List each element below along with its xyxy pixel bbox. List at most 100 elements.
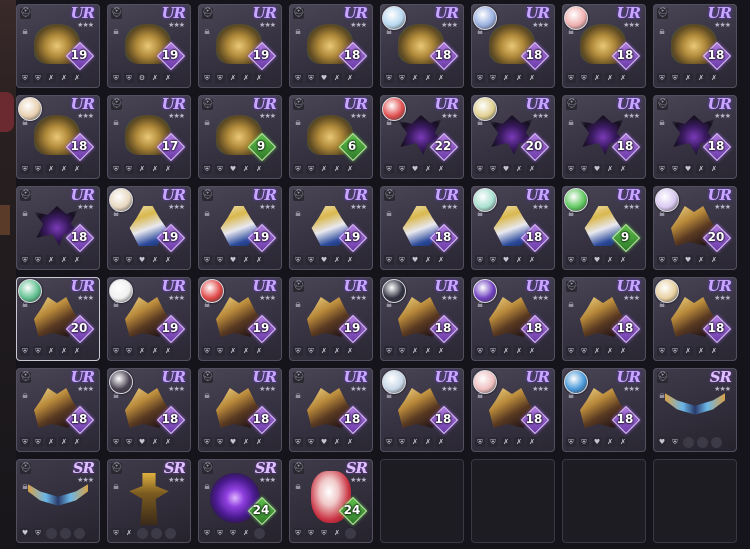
lock-icon[interactable]: 🔒︎ <box>111 26 121 38</box>
lock-icon[interactable]: 🔒︎ <box>293 299 303 311</box>
equipment-card[interactable]: 🔒︎ UR ★★★ 18 ⛨ ⛨ ♥ ✗ ✗ <box>471 186 555 270</box>
level-badge: 19 <box>338 314 368 344</box>
lock-icon[interactable]: 🔒︎ <box>384 26 394 38</box>
equipment-card[interactable]: ⛑ 🔒︎ UR ★★★ 18 ⛨ ⛨ ♥ ✗ ✗ <box>380 186 464 270</box>
lock-icon[interactable]: 🔒︎ <box>293 117 303 129</box>
equipment-card[interactable]: 🔒︎ UR ★★★ 20 ⛨ ⛨ ♥ ✗ ✗ <box>653 186 737 270</box>
equipment-card[interactable]: ⛑ 🔒︎ UR ★★★ 6 ⛨ ⛨ ✗ ✗ ✗ <box>289 95 373 179</box>
equipment-card[interactable]: ⛑ 🔒︎ SR ★★★ ♥ ⛨ <box>653 368 737 452</box>
lock-icon[interactable]: 🔒︎ <box>475 117 485 129</box>
lock-icon[interactable]: 🔒︎ <box>475 390 485 402</box>
lock-icon[interactable]: 🔒︎ <box>384 299 394 311</box>
lock-icon[interactable]: 🔒︎ <box>20 117 30 129</box>
equipment-card[interactable]: 🔒︎ UR ★★★ 18 ⛨ ⛨ ✗ ✗ ✗ <box>380 368 464 452</box>
lock-icon[interactable]: 🔒︎ <box>566 26 576 38</box>
equipment-card[interactable]: 🔒︎ UR ★★★ 9 ⛨ ⛨ ♥ ✗ ✗ <box>562 186 646 270</box>
equipment-card[interactable]: 🔒︎ UR ★★★ 18 ⛨ ⛨ ✗ ✗ ✗ <box>653 277 737 361</box>
level-badge: 24 <box>338 496 368 526</box>
lock-icon[interactable]: 🔒︎ <box>293 390 303 402</box>
lock-icon[interactable]: 🔒︎ <box>111 481 121 493</box>
lock-icon[interactable]: 🔒︎ <box>657 299 667 311</box>
lock-icon[interactable]: 🔒︎ <box>657 208 667 220</box>
equipment-card[interactable]: ⛑ 🔒︎ UR ★★★ 18 ⛨ ⛨ ✗ ✗ ✗ <box>16 368 100 452</box>
equipment-card[interactable]: 🔒︎ UR ★★★ 18 ⛨ ⛨ ✗ ✗ ✗ <box>471 368 555 452</box>
equipment-card[interactable]: ⛑ 🔒︎ UR ★★★ 18 ⛨ ⛨ ✗ ✗ ✗ <box>562 277 646 361</box>
shield-icon: ⛨ <box>202 528 212 538</box>
background-decoration <box>0 92 14 132</box>
lock-icon[interactable]: 🔒︎ <box>202 299 212 311</box>
equipment-card[interactable]: 🔒︎ UR ★★★ 19 ⛨ ⛨ ✗ ✗ ✗ <box>198 277 282 361</box>
equipment-card[interactable]: ⛑ 🔒︎ UR ★★★ 18 ⛨ ⛨ ♥ ✗ ✗ <box>198 368 282 452</box>
lock-icon[interactable]: 🔒︎ <box>475 299 485 311</box>
lock-icon[interactable]: 🔒︎ <box>566 390 576 402</box>
lock-icon[interactable]: 🔒︎ <box>20 390 30 402</box>
equipment-card[interactable]: 🔒︎ UR ★★★ 18 ⛨ ⛨ ✗ ✗ ✗ <box>380 4 464 88</box>
empty-equipment-slot[interactable] <box>562 459 646 543</box>
lock-icon[interactable]: 🔒︎ <box>384 208 394 220</box>
lock-icon[interactable]: 🔒︎ <box>202 208 212 220</box>
lock-icon[interactable]: 🔒︎ <box>111 208 121 220</box>
lock-icon[interactable]: 🔒︎ <box>111 117 121 129</box>
equipment-card[interactable]: ⛑ 🔒︎ SR ★★★ 24 ⛨ ⛨ ⛨ ✗ <box>289 459 373 543</box>
equipment-card[interactable]: ⛑ 🔒︎ UR ★★★ 19 ⛨ ⛨ ✗ ✗ ✗ <box>198 4 282 88</box>
lock-icon[interactable]: 🔒︎ <box>111 390 121 402</box>
level-badge: 9 <box>247 132 277 162</box>
lock-icon[interactable]: 🔒︎ <box>202 26 212 38</box>
empty-equipment-slot[interactable] <box>471 459 555 543</box>
equipment-card[interactable]: 🔒︎ UR ★★★ 18 ⛨ ⛨ ♥ ✗ ✗ <box>107 368 191 452</box>
rarity-label: UR <box>434 95 459 113</box>
lock-icon[interactable]: 🔒︎ <box>384 117 394 129</box>
lock-icon[interactable]: 🔒︎ <box>293 26 303 38</box>
equipment-card[interactable]: ⛑ 🔒︎ UR ★★★ 18 ⛨ ⛨ ✗ ✗ ✗ <box>653 4 737 88</box>
equipment-card[interactable]: ⛑ 🔒︎ UR ★★★ 19 ⛨ ⛨ ✗ ✗ ✗ <box>16 4 100 88</box>
empty-equipment-slot[interactable] <box>380 459 464 543</box>
lock-icon[interactable]: 🔒︎ <box>566 299 576 311</box>
lock-icon[interactable]: 🔒︎ <box>293 208 303 220</box>
equipment-card[interactable]: ⛑ 🔒︎ UR ★★★ 17 ⛨ ⛨ ✗ ✗ ✗ <box>107 95 191 179</box>
lock-icon[interactable]: 🔒︎ <box>20 26 30 38</box>
star-rating-icon: ★★★ <box>623 21 640 29</box>
lock-icon[interactable]: 🔒︎ <box>202 117 212 129</box>
equipment-card[interactable]: ⛑ 🔒︎ UR ★★★ 18 ⛨ ⛨ ♥ ✗ ✗ <box>562 95 646 179</box>
lock-icon[interactable]: 🔒︎ <box>475 26 485 38</box>
equipment-card[interactable]: ⛑ 🔒︎ UR ★★★ 18 ⛨ ⛨ ✗ ✗ ✗ <box>16 186 100 270</box>
lock-icon[interactable]: 🔒︎ <box>202 390 212 402</box>
lock-icon[interactable]: 🔒︎ <box>111 299 121 311</box>
equipment-card[interactable]: ⛑ 🔒︎ SR ★★★ ♥ ⛨ <box>16 459 100 543</box>
equipment-card[interactable]: ⛑ 🔒︎ SR ★★★ ⛨ ✗ <box>107 459 191 543</box>
lock-icon[interactable]: 🔒︎ <box>566 117 576 129</box>
equipment-card[interactable]: ⛑ 🔒︎ UR ★★★ 19 ⛨ ⛨ ♥ ✗ ✗ <box>198 186 282 270</box>
equipment-card[interactable]: ⛑ 🔒︎ UR ★★★ 18 ⛨ ⛨ ♥ ✗ ✗ <box>653 95 737 179</box>
equipment-card[interactable]: 🔒︎ UR ★★★ 19 ⛨ ⛨ ✗ ✗ ✗ <box>107 277 191 361</box>
empty-equipment-slot[interactable] <box>653 459 737 543</box>
lock-icon[interactable]: 🔒︎ <box>475 208 485 220</box>
lock-icon[interactable]: 🔒︎ <box>657 117 667 129</box>
lock-icon[interactable]: 🔒︎ <box>20 208 30 220</box>
equipment-card[interactable]: 🔒︎ UR ★★★ 18 ⛨ ⛨ ♥ ✗ ✗ <box>562 368 646 452</box>
equipment-card[interactable]: ⛑ 🔒︎ UR ★★★ 19 ⛨ ⛨ ♥ ✗ ✗ <box>289 186 373 270</box>
equipment-card[interactable]: 🔒︎ UR ★★★ 18 ⛨ ⛨ ✗ ✗ ✗ <box>380 277 464 361</box>
stat-icons-row: ⛨ ⛨ ⛨ ✗ <box>202 528 278 540</box>
equipment-card[interactable]: ⛑ 🔒︎ UR ★★★ 9 ⛨ ⛨ ♥ ✗ ✗ <box>198 95 282 179</box>
rarity-label: SR <box>254 459 277 477</box>
equipment-card[interactable]: 🔒︎ UR ★★★ 18 ⛨ ⛨ ✗ ✗ ✗ <box>16 95 100 179</box>
lock-icon[interactable]: 🔒︎ <box>20 299 30 311</box>
equipment-card[interactable]: 🔒︎ UR ★★★ 18 ⛨ ⛨ ✗ ✗ ✗ <box>471 4 555 88</box>
equipment-card[interactable]: ⛑ 🔒︎ UR ★★★ 19 ⛨ ⛨ ⚙ ✗ ✗ <box>107 4 191 88</box>
equipment-card[interactable]: ⛑ 🔒︎ SR ★★★ 24 ⛨ ⛨ ⛨ ✗ <box>198 459 282 543</box>
equipment-card[interactable]: 🔒︎ UR ★★★ 19 ⛨ ⛨ ♥ ✗ ✗ <box>107 186 191 270</box>
equipment-card[interactable]: 🔒︎ UR ★★★ 18 ⛨ ⛨ ✗ ✗ ✗ <box>562 4 646 88</box>
lock-icon[interactable]: 🔒︎ <box>293 481 303 493</box>
equipment-card[interactable]: 🔒︎ UR ★★★ 18 ⛨ ⛨ ✗ ✗ ✗ <box>471 277 555 361</box>
equipment-card[interactable]: ⛑ 🔒︎ UR ★★★ 18 ⛨ ⛨ ♥ ✗ ✗ <box>289 368 373 452</box>
equipment-card[interactable]: ⛑ 🔒︎ UR ★★★ 18 ⛨ ⛨ ♥ ✗ ✗ <box>289 4 373 88</box>
lock-icon[interactable]: 🔒︎ <box>384 390 394 402</box>
equipment-card[interactable]: ⛑ 🔒︎ UR ★★★ 19 ⛨ ⛨ ✗ ✗ ✗ <box>289 277 373 361</box>
shield-icon: ⛨ <box>384 346 394 356</box>
lock-icon[interactable]: 🔒︎ <box>657 26 667 38</box>
equipment-card[interactable]: 🔒︎ UR ★★★ 20 ⛨ ⛨ ♥ ✗ ✗ <box>471 95 555 179</box>
equipment-card[interactable]: 🔒︎ UR ★★★ 22 ⛨ ⛨ ♥ ✗ ✗ <box>380 95 464 179</box>
helmet-icon: ⛑ <box>293 372 305 383</box>
lock-icon[interactable]: 🔒︎ <box>566 208 576 220</box>
equipment-card[interactable]: 🔒︎ UR ★★★ 20 ⛨ ⛨ ✗ ✗ ✗ <box>16 277 100 361</box>
